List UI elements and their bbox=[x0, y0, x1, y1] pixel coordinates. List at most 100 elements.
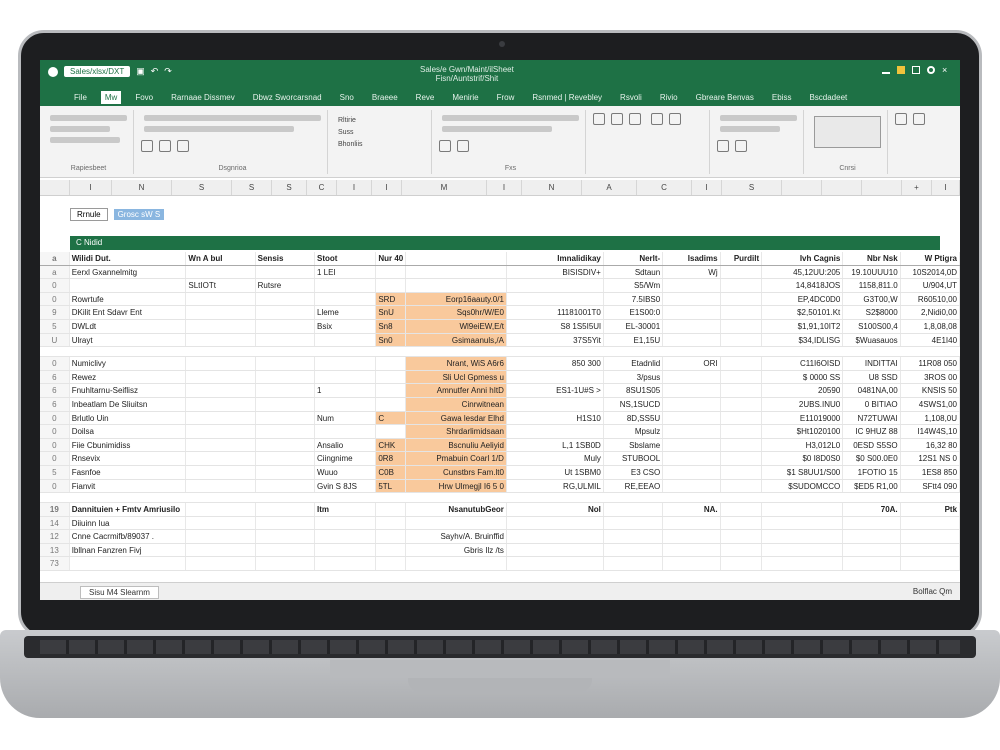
cell[interactable]: 10S2014,0D bbox=[901, 265, 960, 279]
cell[interactable]: Bscnuliu Aeliyid bbox=[406, 438, 507, 452]
cell[interactable]: CHK bbox=[376, 438, 407, 452]
cell[interactable]: Cnne Cacrmifb/89037 . bbox=[70, 530, 187, 543]
column-header[interactable]: N bbox=[112, 180, 172, 195]
cell[interactable]: Stoot bbox=[315, 252, 377, 265]
cell[interactable] bbox=[663, 370, 721, 384]
cell[interactable] bbox=[721, 557, 763, 571]
cell[interactable] bbox=[663, 411, 721, 425]
delete-icon[interactable] bbox=[735, 140, 747, 152]
cell[interactable]: 1ES8 850 bbox=[901, 465, 960, 479]
cell[interactable]: 5TL bbox=[376, 479, 407, 493]
row-number[interactable]: 12 bbox=[40, 530, 70, 543]
cell[interactable] bbox=[256, 557, 315, 571]
cell[interactable] bbox=[663, 465, 721, 479]
cell[interactable]: 11R08 050 bbox=[901, 357, 960, 370]
cell[interactable]: Nbr Nsk bbox=[843, 252, 901, 265]
cell[interactable] bbox=[721, 543, 763, 557]
cell[interactable]: S8 1S5I5Ul bbox=[507, 319, 604, 333]
cell[interactable]: 0 BITIAO bbox=[843, 397, 901, 411]
cell[interactable]: Cunstbrs Fam.lt0 bbox=[406, 465, 507, 479]
cell[interactable] bbox=[604, 557, 664, 571]
cell[interactable] bbox=[315, 357, 377, 370]
cell[interactable] bbox=[256, 516, 315, 530]
cell[interactable] bbox=[843, 557, 901, 571]
cell[interactable] bbox=[186, 543, 256, 557]
italic-icon[interactable] bbox=[159, 140, 171, 152]
cell[interactable]: U/904,UT bbox=[901, 279, 960, 292]
cell[interactable] bbox=[256, 452, 315, 465]
row-number[interactable]: U bbox=[40, 333, 70, 347]
column-header[interactable]: + bbox=[902, 180, 932, 195]
insert-icon[interactable] bbox=[717, 140, 729, 152]
cell[interactable]: E11019000 bbox=[762, 411, 844, 425]
cell[interactable] bbox=[663, 384, 721, 397]
row-number[interactable]: 0 bbox=[40, 279, 70, 292]
cell[interactable]: 70A. bbox=[843, 503, 901, 516]
column-header[interactable] bbox=[862, 180, 902, 195]
cell[interactable]: C bbox=[376, 411, 407, 425]
row-number[interactable]: 14 bbox=[40, 516, 70, 530]
cell[interactable] bbox=[507, 425, 604, 438]
cell[interactable] bbox=[186, 479, 256, 493]
cell[interactable] bbox=[901, 530, 960, 543]
cell[interactable] bbox=[315, 425, 377, 438]
cell[interactable] bbox=[256, 319, 315, 333]
percent-icon[interactable] bbox=[439, 140, 451, 152]
cell[interactable] bbox=[604, 543, 664, 557]
cell[interactable] bbox=[315, 530, 377, 543]
cell[interactable]: 8SU1S05 bbox=[604, 384, 664, 397]
cell[interactable] bbox=[186, 370, 256, 384]
cell[interactable] bbox=[376, 425, 407, 438]
table-icon[interactable] bbox=[611, 113, 623, 125]
cell[interactable] bbox=[256, 265, 315, 279]
cell[interactable] bbox=[663, 557, 721, 571]
cell[interactable]: 7.5IBS0 bbox=[604, 292, 664, 306]
cell[interactable]: Sqs0hr/W/E0 bbox=[406, 306, 507, 319]
cell[interactable]: Gawa lesdar Elhd bbox=[406, 411, 507, 425]
cell[interactable] bbox=[256, 411, 315, 425]
cell[interactable] bbox=[315, 397, 377, 411]
cell[interactable] bbox=[315, 333, 377, 347]
cell[interactable] bbox=[376, 503, 407, 516]
tab-4[interactable]: Dbwz Sworcarsnad bbox=[249, 91, 326, 104]
row-number[interactable]: 9 bbox=[40, 306, 70, 319]
cell[interactable]: ES1-1U#S > bbox=[507, 384, 604, 397]
row-number[interactable]: 5 bbox=[40, 319, 70, 333]
bold-icon[interactable] bbox=[141, 140, 153, 152]
cell[interactable]: Sli Ucl Gpmess u bbox=[406, 370, 507, 384]
cell[interactable]: Fasnfoe bbox=[70, 465, 187, 479]
cell[interactable]: N72TUWAI bbox=[843, 411, 901, 425]
cell[interactable]: R60510,00 bbox=[901, 292, 960, 306]
cell[interactable] bbox=[663, 306, 721, 319]
cell[interactable] bbox=[901, 557, 960, 571]
tab-8[interactable]: Menirie bbox=[448, 91, 482, 104]
cell[interactable]: Etadnlid bbox=[604, 357, 664, 370]
cell[interactable]: 3ROS 00 bbox=[901, 370, 960, 384]
cell[interactable] bbox=[376, 557, 407, 571]
sheet-tab[interactable]: Sisu M4 Slearnm bbox=[80, 586, 159, 599]
maximize-icon[interactable] bbox=[897, 66, 905, 74]
comma-icon[interactable] bbox=[457, 140, 469, 152]
close-icon[interactable]: × bbox=[942, 66, 950, 75]
cell[interactable] bbox=[507, 370, 604, 384]
cell[interactable] bbox=[256, 425, 315, 438]
cell[interactable]: Rowrtufe bbox=[70, 292, 187, 306]
cell[interactable]: Ptk bbox=[901, 503, 960, 516]
cell[interactable] bbox=[186, 333, 256, 347]
cell[interactable]: 1 LEI bbox=[315, 265, 377, 279]
cell[interactable] bbox=[315, 292, 377, 306]
cell[interactable]: Shrdarlimidsaan bbox=[406, 425, 507, 438]
cell[interactable] bbox=[721, 292, 763, 306]
cell[interactable] bbox=[721, 319, 763, 333]
cell[interactable]: E1,15U bbox=[604, 333, 664, 347]
cell[interactable]: DKilit Ent Sdavr Ent bbox=[70, 306, 187, 319]
cell[interactable]: Sensis bbox=[256, 252, 315, 265]
cell[interactable] bbox=[843, 530, 901, 543]
cell[interactable]: 8D,SS5U bbox=[604, 411, 664, 425]
cell[interactable]: INDITTAI bbox=[843, 357, 901, 370]
cell[interactable] bbox=[186, 265, 256, 279]
cell[interactable]: $1 S8UU1/S00 bbox=[762, 465, 844, 479]
cell[interactable]: 1,108,0U bbox=[901, 411, 960, 425]
cell[interactable] bbox=[721, 479, 763, 493]
row-number[interactable]: 0 bbox=[40, 357, 70, 370]
